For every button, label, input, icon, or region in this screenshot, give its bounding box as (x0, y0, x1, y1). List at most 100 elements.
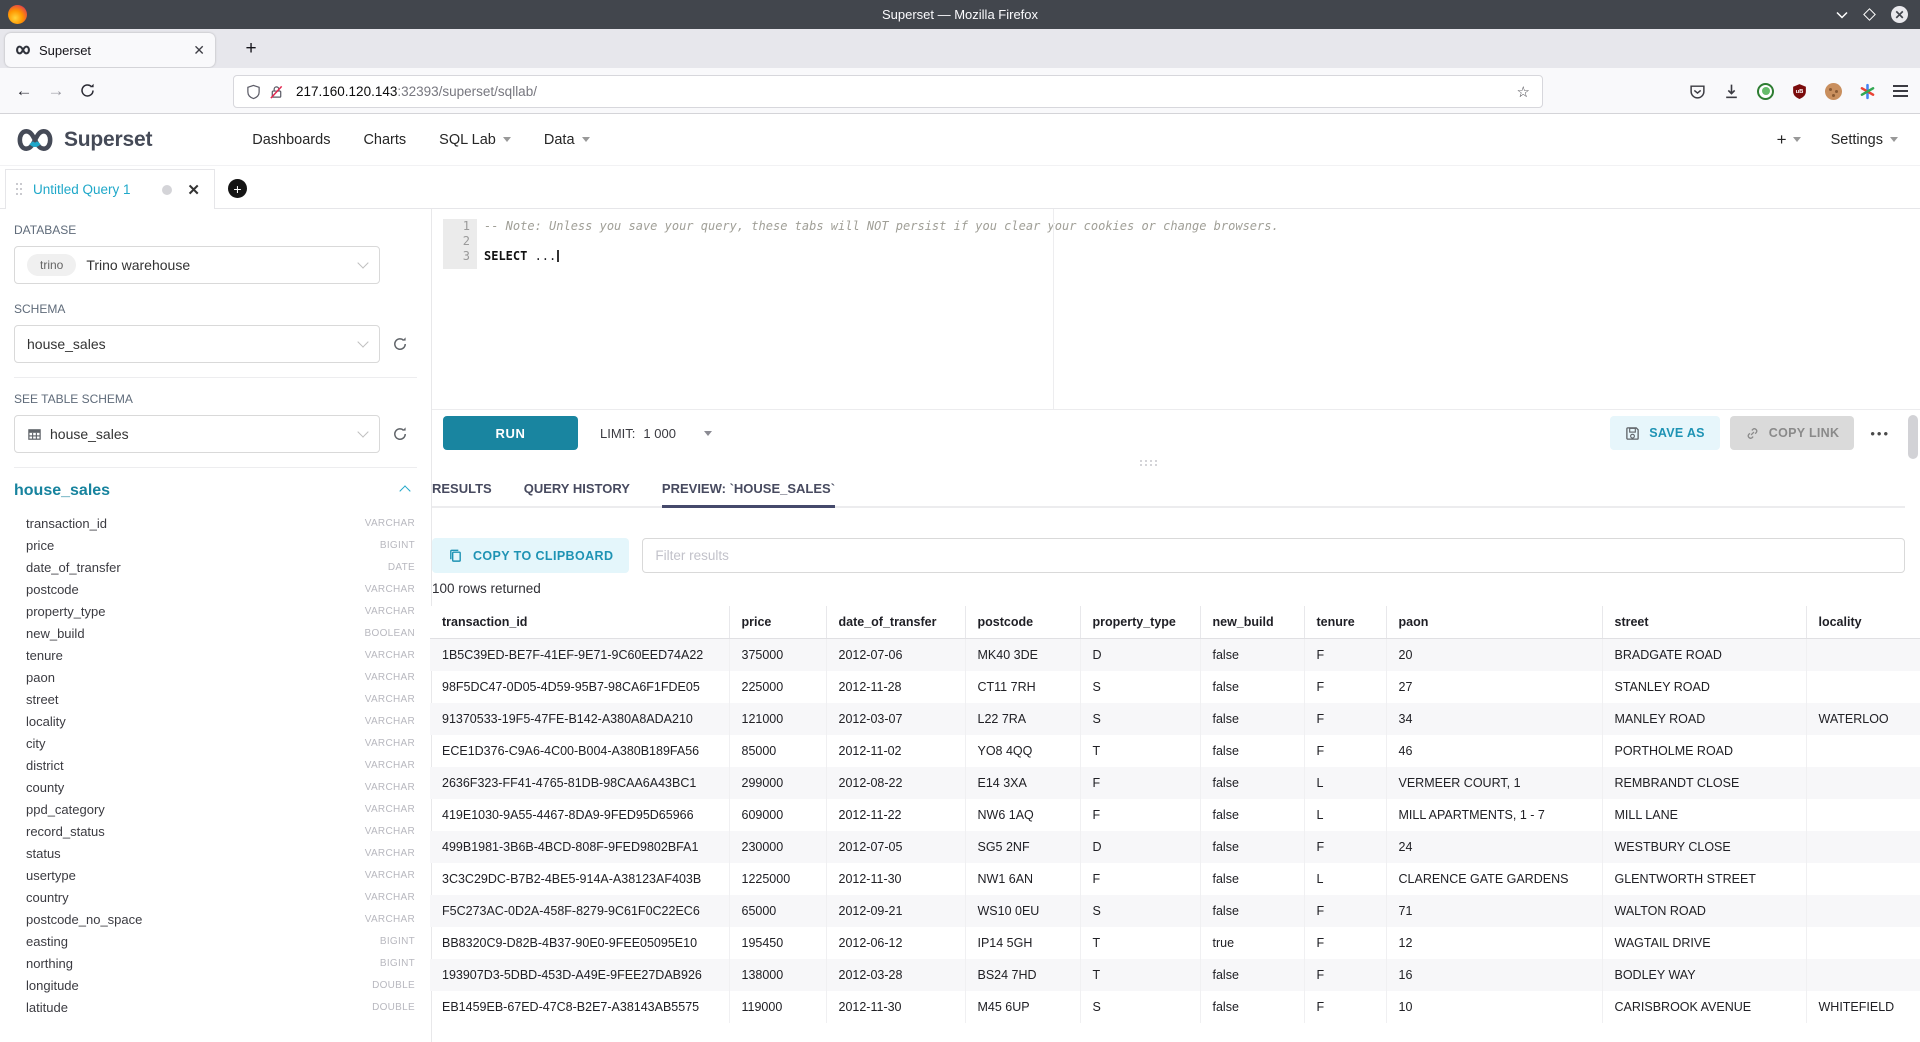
limit-control[interactable]: LIMIT: 1 000 (600, 426, 712, 441)
nav-data[interactable]: Data (544, 132, 590, 148)
schema-column-row: northingBIGINT (14, 952, 417, 974)
schema-select[interactable]: house_sales (14, 325, 380, 363)
nav-charts[interactable]: Charts (363, 132, 406, 148)
results-header-cell[interactable]: locality (1806, 606, 1920, 639)
editor-code[interactable]: -- Note: Unless you save your query, the… (484, 219, 1279, 264)
brand-name[interactable]: Superset (64, 128, 152, 152)
pane-resize-handle[interactable] (1140, 460, 1142, 462)
scrollbar-thumb[interactable] (1908, 415, 1918, 459)
forward-icon[interactable]: → (40, 81, 72, 101)
results-cell: F (1304, 895, 1386, 927)
save-as-button[interactable]: SAVE AS (1610, 416, 1720, 450)
results-cell: D (1080, 639, 1200, 672)
bookmark-star-icon[interactable]: ☆ (1517, 83, 1530, 101)
nav-dashboards[interactable]: Dashboards (252, 132, 330, 148)
superset-logo[interactable] (14, 127, 56, 153)
browser-tab[interactable]: Superset ✕ (5, 33, 215, 67)
refresh-schemas-icon[interactable] (392, 336, 408, 352)
table-schema-title[interactable]: house_sales (14, 482, 110, 500)
schema-column-row: districtVARCHAR (14, 754, 417, 776)
copy-link-button[interactable]: COPY LINK (1730, 416, 1855, 450)
window-close-icon[interactable]: ✕ (1891, 6, 1908, 23)
settings-menu[interactable]: Settings (1831, 132, 1898, 148)
pocket-icon[interactable] (1689, 83, 1706, 100)
url-host: 217.160.120.143 (296, 84, 397, 99)
tab-results[interactable]: RESULTS (432, 481, 492, 506)
results-cell (1806, 895, 1920, 927)
multicolor-extension-icon[interactable] (1859, 83, 1876, 100)
results-header-cell[interactable]: property_type (1080, 606, 1200, 639)
refresh-tables-icon[interactable] (392, 426, 408, 442)
column-type: VARCHAR (365, 892, 415, 903)
results-header-row: transaction_idpricedate_of_transferpostc… (430, 606, 1920, 639)
schema-column-row: record_statusVARCHAR (14, 820, 417, 842)
collapse-icon[interactable] (399, 485, 410, 496)
table-select[interactable]: house_sales (14, 415, 380, 453)
results-cell: F5C273AC-0D2A-458F-8279-9C61F0C22EC6 (430, 895, 729, 927)
chevron-down-icon (357, 426, 368, 437)
tab-close-icon[interactable]: ✕ (193, 42, 205, 59)
copy-to-clipboard-button[interactable]: COPY TO CLIPBOARD (432, 538, 629, 573)
filter-results-input[interactable] (642, 538, 1905, 573)
text-cursor (557, 250, 559, 262)
new-tab-button[interactable]: + (236, 34, 266, 64)
results-header-cell[interactable]: new_build (1200, 606, 1304, 639)
run-button[interactable]: RUN (443, 416, 578, 450)
query-tab[interactable]: Untitled Query 1 ✕ (5, 169, 215, 209)
results-cell: 119000 (729, 991, 826, 1023)
column-type: VARCHAR (365, 606, 415, 617)
column-name: status (26, 846, 61, 861)
results-row: 419E1030-9A55-4467-8DA9-9FED95D659666090… (430, 799, 1920, 831)
tab-preview[interactable]: PREVIEW: `HOUSE_SALES` (662, 481, 835, 506)
column-type: BIGINT (380, 936, 415, 947)
cookie-extension-icon[interactable] (1825, 83, 1842, 100)
column-name: new_build (26, 626, 85, 641)
column-type: VARCHAR (365, 782, 415, 793)
results-cell: F (1304, 991, 1386, 1023)
ublock-icon[interactable]: uB (1791, 83, 1808, 100)
results-header-cell[interactable]: transaction_id (430, 606, 729, 639)
insecure-lock-icon[interactable] (269, 84, 284, 100)
column-name: northing (26, 956, 73, 971)
results-cell: false (1200, 671, 1304, 703)
results-header-cell[interactable]: paon (1386, 606, 1602, 639)
results-cell: F (1304, 703, 1386, 735)
results-cell: false (1200, 991, 1304, 1023)
results-header-cell[interactable]: price (729, 606, 826, 639)
more-actions-button[interactable]: ••• (1870, 426, 1890, 441)
back-icon[interactable]: ← (8, 81, 40, 101)
results-cell: false (1200, 735, 1304, 767)
column-name: postcode_no_space (26, 912, 142, 927)
window-maximize-icon[interactable] (1863, 8, 1876, 21)
results-header-cell[interactable]: postcode (965, 606, 1080, 639)
shield-icon[interactable] (246, 84, 261, 100)
tab-query-history[interactable]: QUERY HISTORY (524, 481, 630, 506)
privacy-extension-icon[interactable] (1757, 83, 1774, 100)
window-minimize-icon[interactable] (1836, 11, 1848, 19)
menu-icon[interactable] (1893, 90, 1908, 92)
results-header-cell[interactable]: street (1602, 606, 1806, 639)
nav-sql-lab[interactable]: SQL Lab (439, 132, 511, 148)
database-select[interactable]: trino Trino warehouse (14, 246, 380, 284)
sql-editor[interactable]: 1 2 3 -- Note: Unless you save your quer… (432, 209, 1920, 410)
editor-gutter: 1 2 3 (443, 219, 477, 269)
results-cell: 2012-11-28 (826, 671, 965, 703)
schema-column-row: streetVARCHAR (14, 688, 417, 710)
add-new-button[interactable]: + (1777, 130, 1801, 150)
reload-icon[interactable] (72, 83, 104, 98)
results-header-cell[interactable]: date_of_transfer (826, 606, 965, 639)
url-bar[interactable]: 217.160.120.143:32393/superset/sqllab/ ☆ (233, 75, 1543, 108)
drag-handle-icon[interactable] (16, 183, 23, 196)
results-cell: S (1080, 671, 1200, 703)
downloads-icon[interactable] (1723, 83, 1740, 100)
sqllab-sidebar: DATABASE trino Trino warehouse SCHEMA ho… (0, 209, 432, 1042)
query-tab-close-icon[interactable]: ✕ (187, 181, 200, 199)
results-cell: T (1080, 927, 1200, 959)
chevron-down-icon (1890, 137, 1898, 142)
results-cell: BB8320C9-D82B-4B37-90E0-9FEE05095E10 (430, 927, 729, 959)
chevron-down-icon (582, 137, 590, 142)
results-header-cell[interactable]: tenure (1304, 606, 1386, 639)
add-query-tab-button[interactable]: + (228, 179, 247, 198)
schema-column-row: latitudeDOUBLE (14, 996, 417, 1018)
results-cell: 121000 (729, 703, 826, 735)
